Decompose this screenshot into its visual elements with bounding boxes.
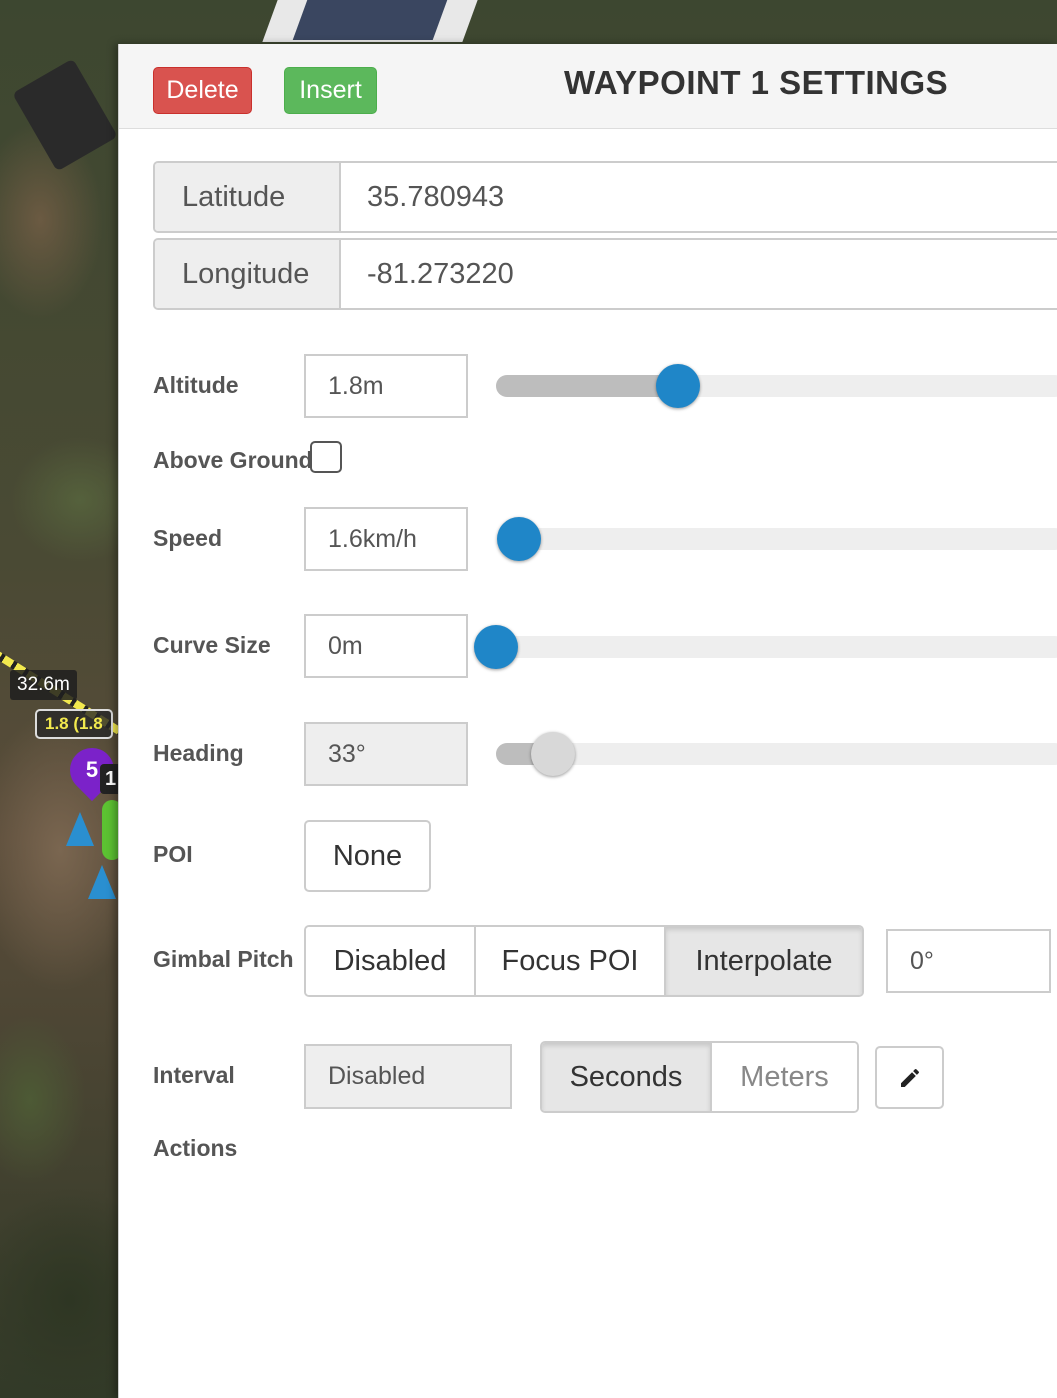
distance-label: 32.6m	[10, 670, 77, 700]
latitude-input[interactable]: 35.780943	[341, 163, 1057, 231]
curve-size-slider-handle[interactable]	[474, 625, 518, 669]
drone-icon	[88, 865, 116, 899]
map-house	[12, 58, 118, 172]
interval-meters-option[interactable]: Meters	[712, 1043, 857, 1111]
gimbal-pitch-label: Gimbal Pitch	[153, 946, 294, 972]
actions-label: Actions	[153, 1135, 238, 1161]
speed-slider-handle[interactable]	[497, 517, 541, 561]
altitude-slider-fill	[496, 375, 678, 397]
longitude-group: Longitude -81.273220	[153, 238, 1057, 310]
gimbal-interpolate-option[interactable]: Interpolate	[666, 927, 862, 995]
gimbal-focus-poi-option[interactable]: Focus POI	[476, 927, 666, 995]
longitude-input[interactable]: -81.273220	[341, 240, 1057, 308]
heading-slider	[496, 732, 1057, 776]
gimbal-pitch-options: Disabled Focus POI Interpolate	[304, 925, 864, 997]
speed-slider[interactable]	[497, 517, 1057, 561]
panel-title: WAYPOINT 1 SETTINGS	[564, 64, 949, 101]
above-ground-checkbox[interactable]	[310, 441, 342, 473]
longitude-label: Longitude	[155, 240, 341, 308]
curve-size-label: Curve Size	[153, 632, 271, 658]
curve-size-input[interactable]: 0m	[304, 614, 468, 678]
altitude-slider-handle[interactable]	[656, 364, 700, 408]
edit-interval-button[interactable]	[875, 1046, 944, 1109]
insert-button[interactable]: Insert	[284, 67, 377, 114]
interval-label: Interval	[153, 1062, 235, 1088]
drone-icon	[66, 812, 94, 846]
gimbal-angle-input[interactable]: 0°	[886, 929, 1051, 993]
delete-button[interactable]: Delete	[153, 67, 252, 114]
speed-label: Speed	[153, 525, 223, 551]
latitude-label: Latitude	[155, 163, 341, 231]
altitude-badge: 1.8 (1.8	[35, 709, 113, 739]
pencil-icon	[900, 1068, 919, 1087]
interval-seconds-option[interactable]: Seconds	[542, 1043, 712, 1111]
panel-header: Delete Insert WAYPOINT 1 SETTINGS	[119, 44, 1057, 129]
altitude-slider[interactable]	[496, 364, 1057, 408]
poi-select[interactable]: None	[304, 820, 431, 892]
heading-label: Heading	[153, 740, 244, 766]
heading-input: 33°	[304, 722, 468, 786]
altitude-label: Altitude	[153, 372, 239, 398]
interval-unit-options: Seconds Meters	[540, 1041, 859, 1113]
speed-input[interactable]: 1.6km/h	[304, 507, 468, 571]
altitude-input[interactable]: 1.8m	[304, 354, 468, 418]
heading-slider-handle	[531, 732, 575, 776]
poi-label: POI	[153, 841, 193, 867]
curve-size-slider[interactable]	[474, 625, 1057, 669]
above-ground-label: Above Ground	[153, 447, 313, 473]
latitude-group: Latitude 35.780943	[153, 161, 1057, 233]
map-building-solar	[292, 0, 448, 40]
interval-input: Disabled	[304, 1044, 512, 1109]
gimbal-disabled-option[interactable]: Disabled	[306, 927, 476, 995]
waypoint-settings-panel: Delete Insert WAYPOINT 1 SETTINGS Latitu…	[118, 44, 1057, 1398]
